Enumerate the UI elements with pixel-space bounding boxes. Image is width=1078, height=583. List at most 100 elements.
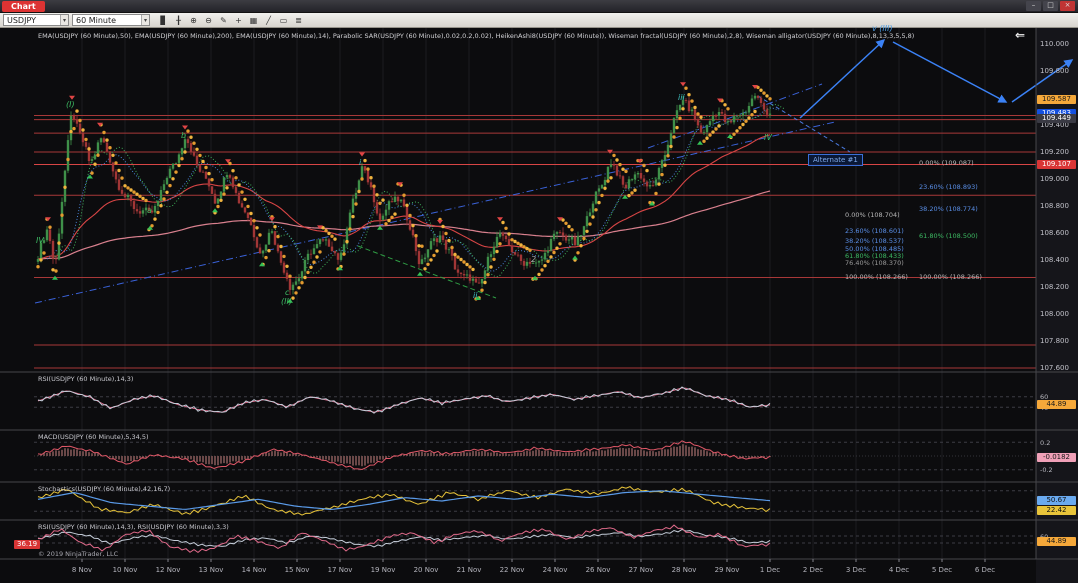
macd-value-badge: -0.0182 <box>1037 453 1076 462</box>
price-value-badge: 109.449 <box>1037 114 1076 123</box>
close-button[interactable]: × <box>1060 1 1075 11</box>
price-axis-label: 108.800 <box>1040 202 1069 210</box>
price-axis-label: 108.400 <box>1040 256 1069 264</box>
fib-level-label: 0.00% (109.087) <box>919 159 974 167</box>
stoch-value-badge: 22.42 <box>1037 506 1076 515</box>
time-axis-label: 19 Nov <box>371 566 396 574</box>
fib-level-label: 100.00% (108.266) <box>845 273 908 281</box>
time-axis-label: 10 Nov <box>113 566 138 574</box>
wave-label: IV <box>764 133 772 142</box>
fib-level-label: 23.60% (108.893) <box>919 183 978 191</box>
time-axis-label: 17 Nov <box>328 566 353 574</box>
instrument-selector[interactable]: USDJPY ▾ <box>3 14 69 26</box>
price-axis-label: 107.600 <box>1040 364 1069 372</box>
price-axis-label: 109.200 <box>1040 148 1069 156</box>
alternate-count-label[interactable]: Alternate #1 <box>808 154 863 166</box>
price-axis-label: 109.000 <box>1040 175 1069 183</box>
price-value-badge: 109.107 <box>1037 160 1076 169</box>
time-axis-label: 29 Nov <box>715 566 740 574</box>
time-axis-label: 14 Nov <box>242 566 267 574</box>
fib-level-label: 0.00% (108.704) <box>845 211 900 219</box>
chevron-down-icon[interactable]: ▾ <box>141 15 149 25</box>
wave-label: (I) <box>66 100 75 109</box>
time-axis-label: 6 Dec <box>975 566 995 574</box>
price-axis-label: 109.800 <box>1040 67 1069 75</box>
wave-label: (II) <box>281 297 292 306</box>
rsi2-value-badge: 44.89 <box>1037 537 1076 546</box>
time-axis-label: 24 Nov <box>543 566 568 574</box>
instrument-value: USDJPY <box>7 16 36 25</box>
wave-label: v (III) <box>872 24 893 33</box>
time-axis-label: 3 Dec <box>846 566 866 574</box>
maximize-button[interactable]: □ <box>1043 1 1058 11</box>
time-axis-label: 21 Nov <box>457 566 482 574</box>
add-object-icon[interactable]: ▦ <box>247 14 260 26</box>
fib-level-label: 100.00% (108.266) <box>919 273 982 281</box>
price-axis-label: 108.000 <box>1040 310 1069 318</box>
pencil-draw-icon[interactable]: ✎ <box>217 14 230 26</box>
candlestick-icon[interactable]: ╂ <box>172 14 185 26</box>
rsi2-left-value-badge: 36.19 <box>14 540 40 549</box>
toolbar-icons: ▊╂⊕⊖✎+▦╱▭≣ <box>157 14 305 26</box>
fib-level-label: 38.20% (108.537) <box>845 237 904 245</box>
rsi1-panel-label: RSI(USDJPY (60 Minute),14,3) <box>38 375 133 383</box>
chart-style-icon[interactable]: ▊ <box>157 14 170 26</box>
trendline-icon[interactable]: ╱ <box>262 14 275 26</box>
zoom-out-icon[interactable]: ⊖ <box>202 14 215 26</box>
time-axis-label: 8 Nov <box>72 566 92 574</box>
price-value-badge: 109.587 <box>1037 95 1076 104</box>
indicator-list-icon[interactable]: ≣ <box>292 14 305 26</box>
toolbar: USDJPY ▾ 60 Minute ▾ ▊╂⊕⊖✎+▦╱▭≣ <box>0 13 1078 28</box>
price-axis-label: 108.600 <box>1040 229 1069 237</box>
time-axis-label: 22 Nov <box>500 566 525 574</box>
time-axis-label: 20 Nov <box>414 566 439 574</box>
macd-level-label: -0.2 <box>1040 466 1053 474</box>
chart-canvas[interactable]: EMA(USDJPY (60 Minute),50), EMA(USDJPY (… <box>0 28 1078 583</box>
wave-label: ii <box>473 291 477 300</box>
crosshair-icon[interactable]: + <box>232 14 245 26</box>
indicator-header: EMA(USDJPY (60 Minute),50), EMA(USDJPY (… <box>38 32 914 40</box>
fib-level-label: 61.80% (108.500) <box>919 232 978 240</box>
price-axis-label: 110.000 <box>1040 40 1069 48</box>
time-axis-label: 27 Nov <box>629 566 654 574</box>
time-axis-label: 1 Dec <box>760 566 780 574</box>
time-axis-label: 26 Nov <box>586 566 611 574</box>
ruler-icon[interactable]: ▭ <box>277 14 290 26</box>
macd-level-label: 0.2 <box>1040 439 1050 447</box>
wave-label: i <box>359 158 361 167</box>
stoch-value-badge: 50.67 <box>1037 496 1076 505</box>
wave-label: a <box>147 206 152 215</box>
time-axis-label: 2 Dec <box>803 566 823 574</box>
time-axis-label: 5 Dec <box>932 566 952 574</box>
interval-selector[interactable]: 60 Minute ▾ <box>72 14 150 26</box>
price-axis-label: 107.800 <box>1040 337 1069 345</box>
copyright-text: © 2019 NinjaTrader, LLC <box>38 550 118 558</box>
window-title[interactable]: Chart <box>2 1 45 12</box>
wave-label: 2 <box>531 255 536 264</box>
time-axis-label: 28 Nov <box>672 566 697 574</box>
chart-window: Chart –□× USDJPY ▾ 60 Minute ▾ ▊╂⊕⊖✎+▦╱▭… <box>0 0 1078 583</box>
macd-panel-label: MACD(USDJPY (60 Minute),5,34,5) <box>38 433 149 441</box>
titlebar[interactable]: Chart –□× <box>0 0 1078 13</box>
wave-label: b <box>181 131 186 140</box>
rsi1-value-badge: 44.89 <box>1037 400 1076 409</box>
fib-level-label: 23.60% (108.601) <box>845 227 904 235</box>
time-axis-label: 12 Nov <box>156 566 181 574</box>
time-axis-label: 4 Dec <box>889 566 909 574</box>
rsi2-panel-label: RSI(USDJPY (60 Minute),14,3), RSI(USDJPY… <box>38 523 229 531</box>
price-chart-svg[interactable] <box>0 28 1078 583</box>
wave-label: c <box>285 288 289 297</box>
price-axis-label: 108.200 <box>1040 283 1069 291</box>
minimize-button[interactable]: – <box>1026 1 1041 11</box>
time-axis-label: 13 Nov <box>199 566 224 574</box>
time-axis-label: 15 Nov <box>285 566 310 574</box>
interval-value: 60 Minute <box>76 16 116 25</box>
wave-label: IV <box>36 236 44 245</box>
chevron-down-icon[interactable]: ▾ <box>60 15 68 25</box>
fib-level-label: 76.40% (108.370) <box>845 259 904 267</box>
fib-level-label: 38.20% (108.774) <box>919 205 978 213</box>
scroll-chart-left-icon[interactable]: ⇐ <box>1015 28 1025 42</box>
window-controls: –□× <box>1026 1 1078 11</box>
stoch-panel-label: Stochastics(USDJPY (60 Minute),42,16,7) <box>38 485 170 493</box>
zoom-in-icon[interactable]: ⊕ <box>187 14 200 26</box>
